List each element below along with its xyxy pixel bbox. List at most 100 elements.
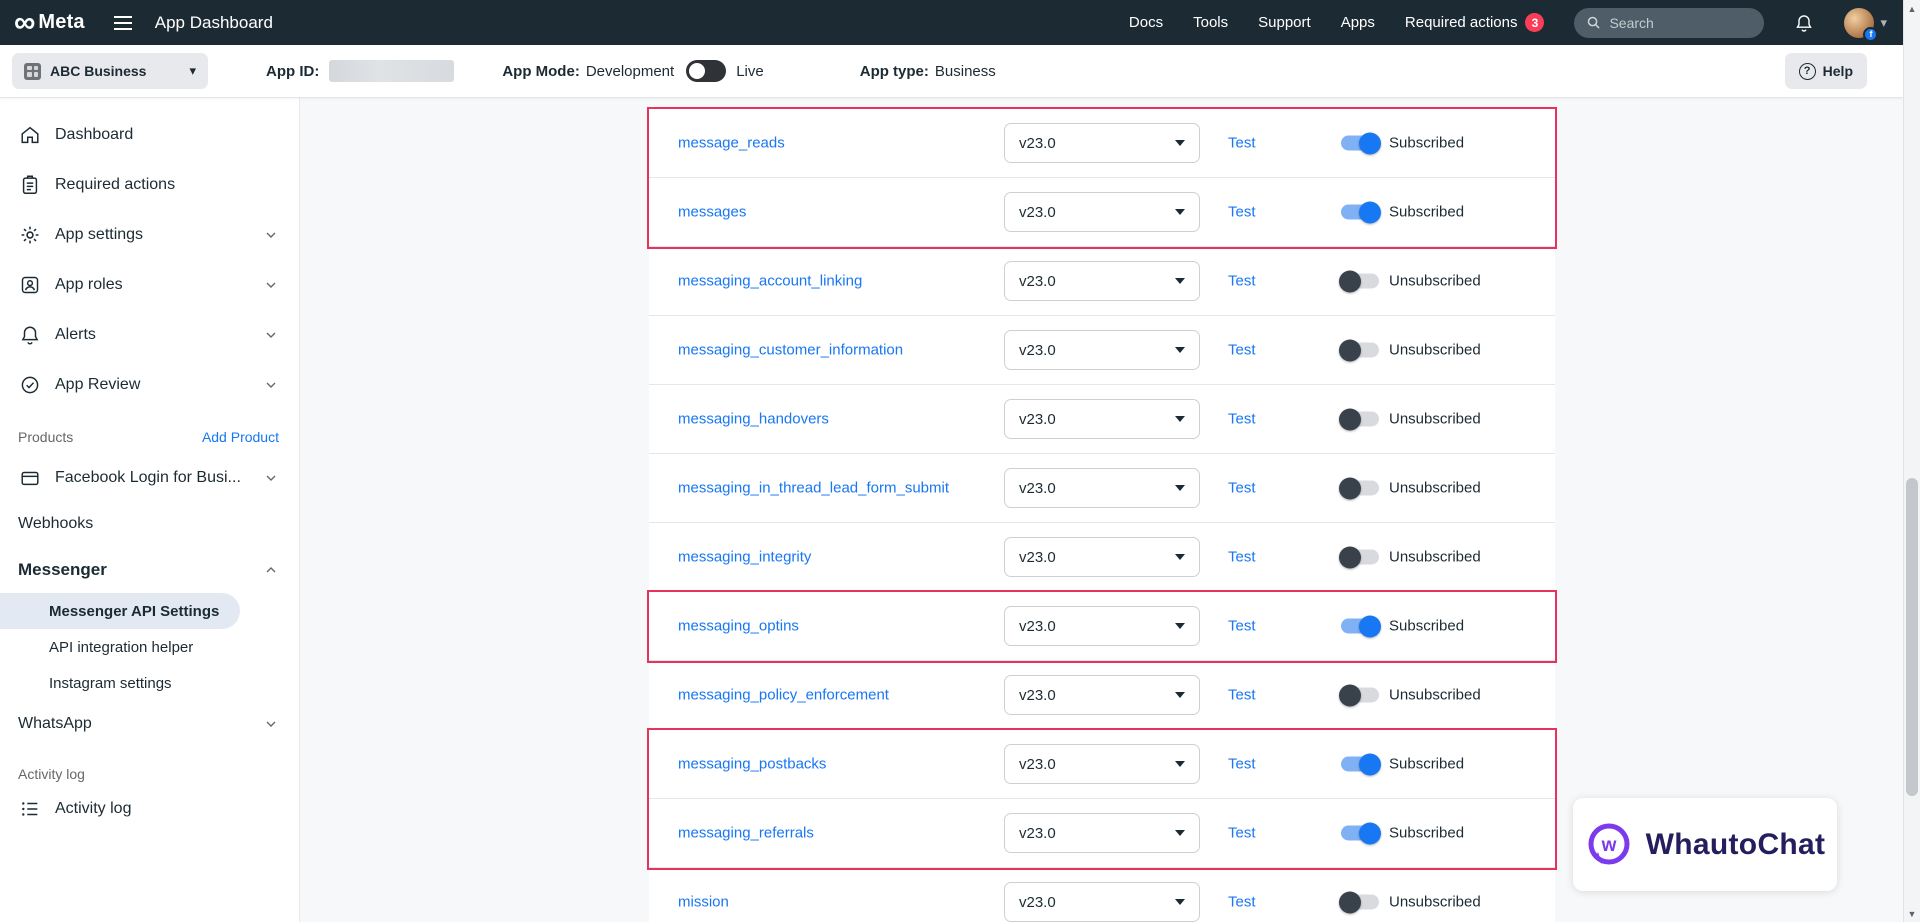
list-icon — [18, 798, 42, 820]
version-dropdown[interactable]: v23.0 — [1004, 606, 1200, 646]
version-dropdown[interactable]: v23.0 — [1004, 330, 1200, 370]
menu-icon[interactable] — [113, 15, 133, 31]
nav-required-actions[interactable]: Required actions 3 — [1405, 13, 1545, 32]
version-value: v23.0 — [1019, 687, 1056, 704]
test-button[interactable]: Test — [1228, 480, 1256, 497]
sidebar-item-dashboard[interactable]: Dashboard — [0, 110, 299, 160]
test-button[interactable]: Test — [1228, 342, 1256, 359]
test-button[interactable]: Test — [1228, 825, 1256, 842]
table-row: messages v23.0 Test Subscribed — [649, 178, 1555, 247]
sidebar-item-alerts[interactable]: Alerts — [0, 310, 299, 360]
vertical-scrollbar[interactable]: ▲ ▼ — [1903, 0, 1920, 922]
test-button[interactable]: Test — [1228, 549, 1256, 566]
version-dropdown[interactable]: v23.0 — [1004, 675, 1200, 715]
subscription-toggle[interactable] — [1341, 343, 1379, 358]
chevron-down-icon — [1175, 692, 1185, 698]
version-dropdown[interactable]: v23.0 — [1004, 123, 1200, 163]
chevron-down-icon — [263, 227, 279, 243]
field-name-link[interactable]: messaging_customer_information — [678, 342, 903, 359]
field-name-link[interactable]: messaging_postbacks — [678, 756, 826, 773]
sidebar-item-app-review[interactable]: App Review — [0, 360, 299, 410]
field-name-link[interactable]: messaging_in_thread_lead_form_submit — [678, 480, 949, 497]
subscription-toggle[interactable] — [1341, 619, 1379, 634]
field-name-link[interactable]: messaging_account_linking — [678, 273, 862, 290]
sidebar-item-facebook-login[interactable]: Facebook Login for Busi... — [0, 455, 299, 501]
subscription-toggle[interactable] — [1341, 757, 1379, 772]
version-dropdown[interactable]: v23.0 — [1004, 813, 1200, 853]
sidebar-item-required-actions[interactable]: Required actions — [0, 160, 299, 210]
test-button[interactable]: Test — [1228, 687, 1256, 704]
subscription-toggle[interactable] — [1341, 274, 1379, 289]
annotation-box-1: message_reads v23.0 Test Subscribed mess… — [649, 109, 1555, 247]
chevron-down-icon — [263, 470, 279, 486]
subscription-toggle[interactable] — [1341, 688, 1379, 703]
sidebar-item-whatsapp[interactable]: WhatsApp — [0, 701, 299, 747]
test-button[interactable]: Test — [1228, 273, 1256, 290]
notifications-bell-icon[interactable] — [1794, 13, 1814, 33]
version-dropdown[interactable]: v23.0 — [1004, 468, 1200, 508]
search-input[interactable] — [1609, 15, 1739, 31]
subscription-toggle[interactable] — [1341, 550, 1379, 565]
version-dropdown[interactable]: v23.0 — [1004, 399, 1200, 439]
meta-logo[interactable]: ∞ Meta — [14, 8, 85, 38]
test-button[interactable]: Test — [1228, 204, 1256, 221]
test-button[interactable]: Test — [1228, 894, 1256, 911]
field-name-link[interactable]: messaging_integrity — [678, 549, 811, 566]
subscription-toggle[interactable] — [1341, 412, 1379, 427]
subscription-toggle[interactable] — [1341, 205, 1379, 220]
avatar[interactable]: f — [1844, 8, 1874, 38]
version-dropdown[interactable]: v23.0 — [1004, 882, 1200, 922]
chevron-down-icon — [1175, 209, 1185, 215]
version-dropdown[interactable]: v23.0 — [1004, 192, 1200, 232]
field-name-link[interactable]: messaging_handovers — [678, 411, 829, 428]
subscription-toggle[interactable] — [1341, 136, 1379, 151]
subscription-toggle[interactable] — [1341, 826, 1379, 841]
test-button[interactable]: Test — [1228, 135, 1256, 152]
app-selector-dropdown[interactable]: ABC Business ▾ — [12, 53, 208, 89]
help-button[interactable]: ? Help — [1785, 53, 1867, 89]
home-icon — [18, 124, 42, 146]
profile-menu[interactable]: f ▾ — [1844, 8, 1887, 38]
table-row: messaging_customer_information v23.0 Tes… — [649, 316, 1555, 385]
chevron-down-icon — [1175, 140, 1185, 146]
sidebar-item-activity-log[interactable]: Activity log — [0, 786, 299, 832]
search-icon — [1586, 15, 1601, 30]
sidebar-item-messenger[interactable]: Messenger — [0, 547, 299, 593]
nav-support[interactable]: Support — [1258, 14, 1311, 31]
version-value: v23.0 — [1019, 825, 1056, 842]
add-product-link[interactable]: Add Product — [202, 429, 279, 445]
whautochat-watermark: w WhautoChat — [1573, 798, 1837, 891]
subscription-toggle[interactable] — [1341, 481, 1379, 496]
nav-docs[interactable]: Docs — [1129, 14, 1163, 31]
field-name-link[interactable]: messaging_optins — [678, 618, 799, 635]
sidebar-item-app-roles[interactable]: App roles — [0, 260, 299, 310]
version-dropdown[interactable]: v23.0 — [1004, 537, 1200, 577]
version-value: v23.0 — [1019, 756, 1056, 773]
subscription-toggle[interactable] — [1341, 895, 1379, 910]
field-name-link[interactable]: messaging_referrals — [678, 825, 814, 842]
sidebar-item-webhooks[interactable]: Webhooks — [0, 501, 299, 547]
scrollbar-thumb[interactable] — [1906, 478, 1918, 796]
sidebar-item-label: Facebook Login for Busi... — [55, 469, 241, 487]
scroll-up-arrow[interactable]: ▲ — [1904, 0, 1920, 17]
sidebar-item-app-settings[interactable]: App settings — [0, 210, 299, 260]
test-button[interactable]: Test — [1228, 618, 1256, 635]
field-name-link[interactable]: messages — [678, 204, 746, 221]
nav-tools[interactable]: Tools — [1193, 14, 1228, 31]
version-dropdown[interactable]: v23.0 — [1004, 261, 1200, 301]
version-value: v23.0 — [1019, 549, 1056, 566]
search-box[interactable] — [1574, 8, 1764, 38]
sidebar-item-instagram-settings[interactable]: Instagram settings — [0, 665, 299, 701]
field-name-link[interactable]: mission — [678, 894, 729, 911]
test-button[interactable]: Test — [1228, 411, 1256, 428]
test-button[interactable]: Test — [1228, 756, 1256, 773]
scroll-down-arrow[interactable]: ▼ — [1904, 905, 1920, 922]
sidebar-item-api-integration-helper[interactable]: API integration helper — [0, 629, 299, 665]
app-mode-toggle[interactable] — [686, 60, 726, 82]
field-name-link[interactable]: message_reads — [678, 135, 785, 152]
chevron-up-icon — [263, 562, 279, 578]
version-dropdown[interactable]: v23.0 — [1004, 744, 1200, 784]
nav-apps[interactable]: Apps — [1341, 14, 1375, 31]
sidebar-item-messenger-api-settings[interactable]: Messenger API Settings — [0, 593, 240, 629]
field-name-link[interactable]: messaging_policy_enforcement — [678, 687, 889, 704]
